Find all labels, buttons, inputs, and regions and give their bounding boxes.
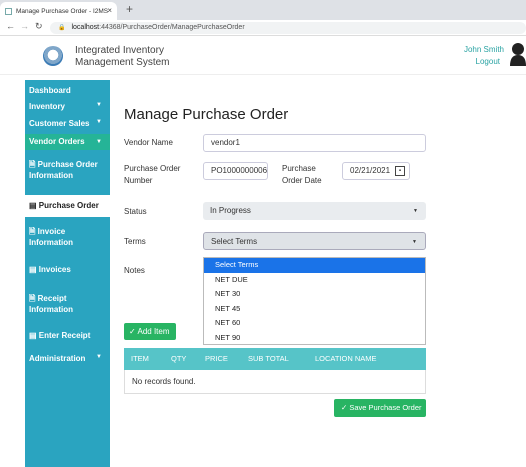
sidebar-item-receipt-information[interactable]: 🗎 Receipt Information — [25, 293, 110, 315]
items-table-empty-row: No records found. — [124, 370, 426, 394]
url-host: localhost — [71, 24, 100, 31]
column-header-qty[interactable]: QTY — [171, 348, 186, 370]
browser-tab[interactable]: Manage Purchase Order - I2MS × — [0, 2, 117, 20]
terms-option[interactable]: NET 90 — [204, 331, 425, 346]
notes-label: Notes — [124, 266, 145, 275]
column-header-item[interactable]: ITEM — [131, 348, 149, 370]
status-select[interactable]: In Progress ▼ — [203, 202, 426, 220]
close-tab-icon[interactable]: × — [107, 6, 112, 15]
lock-icon: 🔒 — [58, 25, 66, 31]
items-table-header: ITEM QTY PRICE SUB TOTAL LOCATION NAME — [124, 348, 426, 370]
chevron-down-icon: ▼ — [412, 239, 417, 245]
url-path: :44368/PurchaseOrder/ManagePurchaseOrder — [99, 24, 245, 31]
caret-down-icon: ▼ — [96, 119, 102, 125]
sidebar: Dashboard Inventory ▼ Customer Sales ▼ Ven… — [25, 80, 110, 467]
sidebar-item-label: Vendor Orders — [29, 137, 85, 146]
save-label: Save Purchase Order — [349, 403, 422, 412]
caret-down-icon: ▼ — [96, 102, 102, 108]
po-date-field[interactable]: 02/21/2021 ▪ — [342, 162, 410, 180]
save-purchase-order-button[interactable]: ✓ Save Purchase Order — [334, 399, 426, 417]
sidebar-item-customer-sales[interactable]: Customer Sales ▼ — [25, 119, 110, 128]
reload-icon[interactable]: ↻ — [35, 21, 43, 32]
sidebar-item-label: Purchase Order — [38, 201, 99, 210]
tab-title: Manage Purchase Order - I2MS — [16, 7, 109, 15]
terms-label: Terms — [124, 237, 146, 246]
status-label: Status — [124, 207, 147, 216]
sidebar-item-label: Inventory — [29, 102, 66, 111]
document-icon: 🗎 — [29, 294, 38, 303]
calendar-icon[interactable]: ▪ — [395, 166, 405, 176]
document-icon: 🗎 — [29, 160, 38, 169]
page-title: Manage Purchase Order — [124, 106, 289, 123]
add-item-label: Add Item — [137, 327, 170, 336]
sidebar-item-dashboard[interactable]: Dashboard — [25, 86, 110, 95]
status-value: In Progress — [210, 206, 251, 215]
terms-option[interactable]: NET 30 — [204, 287, 425, 302]
favicon-icon — [5, 7, 12, 15]
column-header-price[interactable]: PRICE — [205, 348, 228, 370]
terms-select[interactable]: Select Terms ▼ — [203, 232, 426, 250]
vendor-name-field[interactable]: vendor1 — [203, 134, 426, 152]
terms-option[interactable]: Select Terms — [204, 258, 425, 273]
document-icon: ▤ — [29, 331, 39, 340]
logout-link[interactable]: Logout — [476, 57, 500, 66]
forward-icon[interactable]: → — [20, 21, 29, 31]
sidebar-item-purchase-order-information[interactable]: 🗎 Purchase Order Information — [25, 159, 110, 181]
column-header-location[interactable]: LOCATION NAME — [315, 348, 377, 370]
sidebar-item-purchase-order[interactable]: ▤ Purchase Order — [25, 195, 110, 217]
po-date-label: Purchase Order Date — [282, 164, 322, 185]
sidebar-item-invoice-information[interactable]: 🗎 Invoice Information — [25, 226, 110, 248]
po-date-value: 02/21/2021 — [350, 166, 391, 175]
sidebar-item-label: Purchase Order Information — [29, 160, 98, 180]
vendor-name-label: Vendor Name — [124, 138, 173, 147]
sidebar-item-inventory[interactable]: Inventory ▼ — [25, 102, 110, 111]
url-field[interactable]: 🔒 localhost:44368/PurchaseOrder/ManagePur… — [50, 22, 526, 34]
terms-dropdown-list: Select Terms NET DUE NET 30 NET 45 NET 6… — [203, 257, 426, 345]
sidebar-item-label: Dashboard — [29, 86, 71, 95]
sidebar-item-enter-receipt[interactable]: ▤ Enter Receipt — [25, 331, 110, 340]
back-icon[interactable]: ← — [6, 21, 15, 31]
new-tab-button[interactable]: + — [126, 2, 133, 16]
avatar-icon[interactable] — [510, 42, 526, 66]
add-item-button[interactable]: ✓ Add Item — [124, 323, 176, 340]
logo-icon — [43, 46, 63, 66]
sidebar-item-administration[interactable]: Administration ▼ — [25, 354, 110, 363]
terms-option[interactable]: NET 45 — [204, 302, 425, 317]
chevron-down-icon: ▼ — [413, 208, 418, 214]
document-icon: ▤ — [29, 265, 39, 274]
sidebar-item-label: Customer Sales — [29, 119, 90, 128]
sidebar-item-label: Invoices — [38, 265, 71, 274]
brand-line2: Management System — [75, 56, 170, 68]
sidebar-item-label: Enter Receipt — [38, 331, 91, 340]
column-header-subtotal[interactable]: SUB TOTAL — [248, 348, 289, 370]
sidebar-item-label: Administration — [29, 354, 86, 363]
document-icon: 🗎 — [29, 227, 38, 236]
terms-value: Select Terms — [211, 237, 258, 246]
terms-option[interactable]: NET DUE — [204, 273, 425, 288]
po-number-label: Purchase Order Number — [124, 164, 181, 185]
browser-tab-bar: Manage Purchase Order - I2MS × + — [0, 0, 526, 20]
user-name: John Smith — [463, 45, 504, 54]
po-number-field[interactable]: PO1000000006 — [203, 162, 268, 180]
document-icon: ▤ — [29, 201, 39, 210]
brand-title: Integrated Inventory Management System — [75, 45, 170, 68]
caret-down-icon: ▼ — [96, 354, 102, 360]
brand-line1: Integrated Inventory — [75, 45, 164, 56]
app-header: Integrated Inventory Management System J… — [0, 37, 526, 75]
sidebar-item-invoices[interactable]: ▤ Invoices — [25, 265, 110, 274]
terms-option[interactable]: NET 60 — [204, 316, 425, 331]
caret-down-icon: ▼ — [96, 139, 102, 145]
sidebar-item-vendor-orders[interactable]: Vendor Orders ▼ — [25, 134, 110, 150]
address-bar-row: ← → ↻ 🔒 localhost:44368/PurchaseOrder/Man… — [0, 20, 526, 36]
